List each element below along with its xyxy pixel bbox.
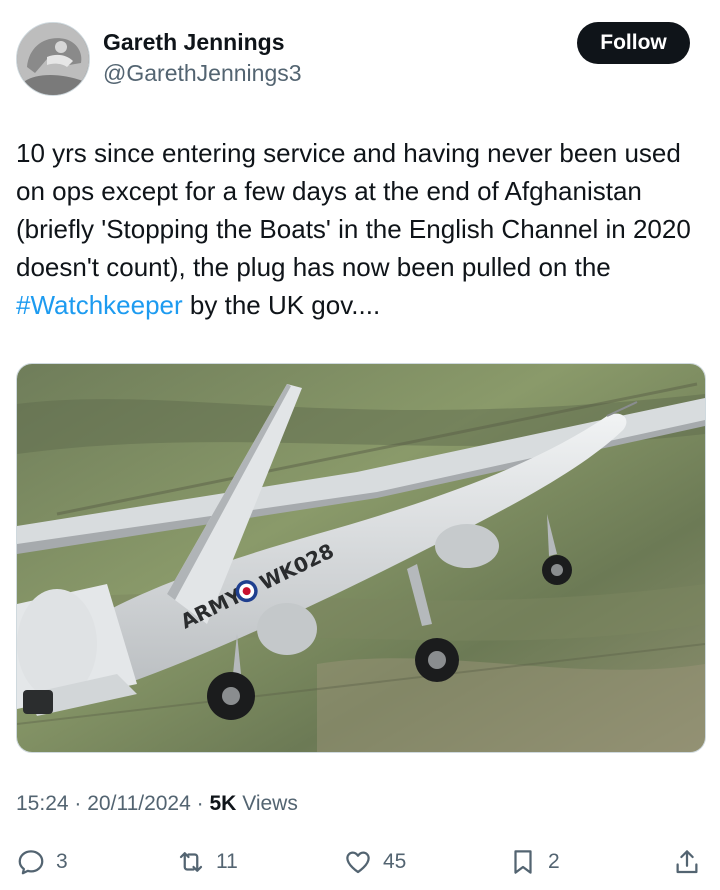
- follow-button[interactable]: Follow: [577, 22, 690, 64]
- like-count: 45: [383, 850, 407, 873]
- drone-photo: ARMY WK028: [17, 364, 705, 752]
- heart-icon: [346, 851, 370, 874]
- share-icon: [676, 850, 698, 874]
- reply-button[interactable]: 3: [16, 842, 68, 882]
- meta-separator: ·: [74, 792, 82, 815]
- helmet-avatar-icon: [17, 23, 89, 95]
- tweet-meta: 15:24 · 20/11/2024 · 5K Views: [16, 790, 298, 818]
- tweet-date[interactable]: 20/11/2024: [87, 792, 191, 815]
- author-name[interactable]: Gareth Jennings: [103, 28, 284, 56]
- like-button[interactable]: 45: [343, 842, 406, 882]
- avatar[interactable]: [16, 22, 90, 96]
- tweet-text-after: by the UK gov....: [182, 290, 381, 320]
- tweet-text: 10 yrs since entering service and having…: [16, 134, 711, 324]
- bookmark-count: 2: [548, 850, 560, 873]
- views-label: Views: [242, 792, 298, 815]
- repost-button[interactable]: 11: [176, 842, 238, 882]
- share-button[interactable]: [672, 842, 702, 882]
- tweet-time[interactable]: 15:24: [16, 792, 69, 815]
- reply-icon: [18, 850, 44, 875]
- bookmark-icon: [514, 850, 532, 874]
- tweet-media-image[interactable]: ARMY WK028: [16, 363, 706, 753]
- action-bar: 3 11 45 2: [0, 842, 720, 882]
- reply-count: 3: [56, 850, 68, 873]
- repost-count: 11: [216, 850, 238, 873]
- bookmark-button[interactable]: 2: [508, 842, 560, 882]
- repost-icon: [179, 852, 203, 872]
- views-count: 5K: [209, 792, 237, 815]
- hashtag-link[interactable]: #Watchkeeper: [16, 290, 183, 320]
- author-handle[interactable]: @GarethJennings3: [103, 59, 302, 87]
- meta-separator: ·: [196, 792, 204, 815]
- tweet-text-before: 10 yrs since entering service and having…: [16, 138, 699, 282]
